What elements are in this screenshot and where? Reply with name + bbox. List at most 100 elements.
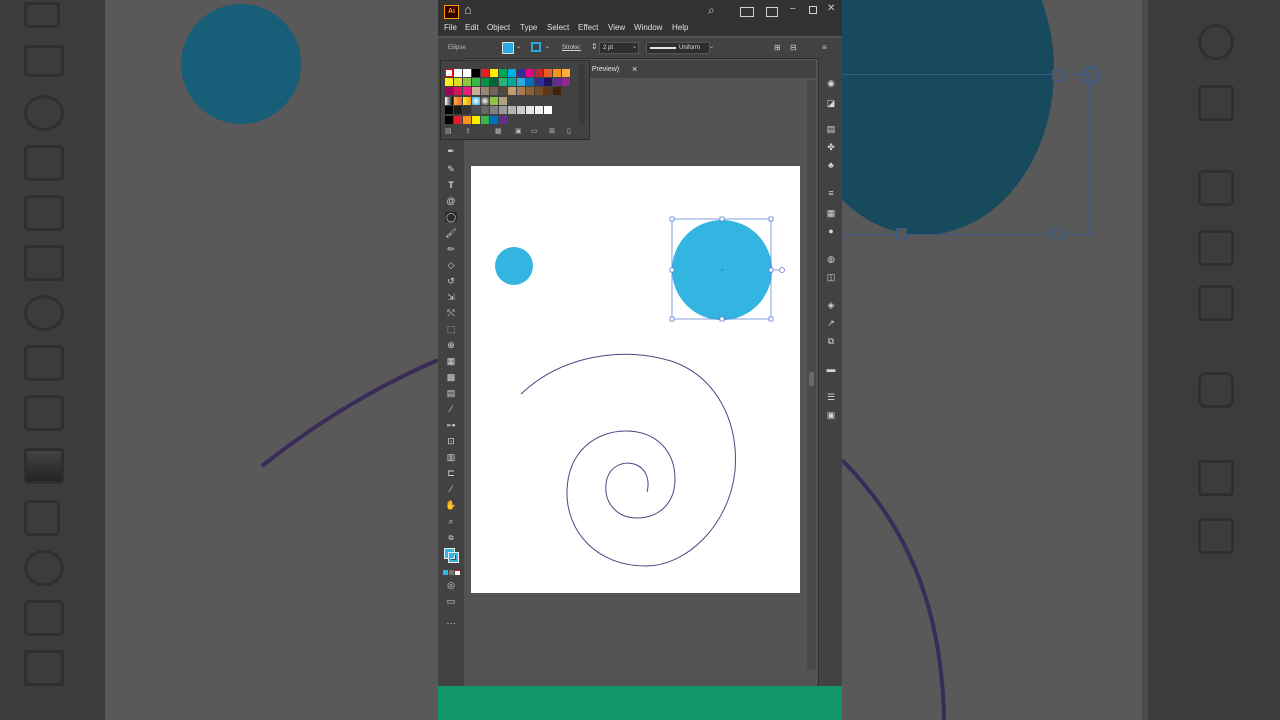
brushes-panel-icon[interactable]: ✤ [825,142,837,152]
blend-tool-icon[interactable]: ⊶ [445,420,457,430]
swatch-none[interactable] [445,69,453,77]
artboard[interactable] [471,166,800,593]
swatch[interactable] [463,87,471,95]
document-tab-label[interactable]: / Preview) [588,66,619,73]
swatch[interactable] [472,116,480,124]
swatches-scrollbar[interactable] [579,65,585,123]
comments-panel-icon[interactable]: ▬ [825,364,837,374]
swatch[interactable] [490,78,498,86]
swatch[interactable] [454,87,462,95]
swatch-gray[interactable] [454,106,462,114]
swatch[interactable] [490,116,498,124]
gradient-tool-icon[interactable]: ▤ [445,388,457,398]
properties-panel-icon[interactable]: ☰ [825,392,837,402]
pie-widget-handle[interactable] [779,267,785,273]
swatch-gray[interactable] [544,106,552,114]
appearance-panel-icon[interactable]: ◉ [825,78,837,88]
swatch-gray[interactable] [517,106,525,114]
small-circle[interactable] [495,247,533,285]
swatch-gray[interactable] [526,106,534,114]
width-tool-icon[interactable]: ⤲ [445,308,457,318]
vertical-scroll-thumb[interactable] [809,372,814,386]
graphic-styles-panel-icon[interactable]: ◪ [825,98,837,108]
stroke-color-box[interactable] [448,552,459,563]
swatch[interactable] [553,69,561,77]
stroke-dropdown-icon[interactable]: ⌄ [545,43,550,50]
swatch[interactable] [463,116,471,124]
new-swatch-icon[interactable]: ⊞ [549,127,555,135]
transform-icon[interactable]: ⊟ [790,43,797,52]
swatch-folder[interactable] [445,116,453,124]
libraries-panel-icon[interactable]: ▣ [825,410,837,420]
swatch[interactable] [445,87,453,95]
fill-swatch[interactable] [502,42,514,54]
swatch[interactable] [508,69,516,77]
scale-tool-icon[interactable]: ⇲ [445,292,457,302]
swatch[interactable] [445,78,453,86]
swatch[interactable] [481,116,489,124]
swatch[interactable] [517,87,525,95]
swatch[interactable] [472,87,480,95]
swatch-gray[interactable] [463,106,471,114]
symbols-panel-icon[interactable]: ♣ [825,160,837,170]
vertical-scrollbar[interactable] [807,80,816,670]
swatch-white[interactable] [463,69,471,77]
menu-object[interactable]: Object [487,23,510,32]
profile-dropdown-icon[interactable]: ⌄ [709,43,714,50]
swatch-gradient[interactable] [445,97,453,105]
transparency-panel-icon[interactable]: ● [825,226,837,236]
swatch-gradient[interactable] [454,97,462,105]
mesh-tool-icon[interactable]: ▩ [445,372,457,382]
stroke-stepper-icon[interactable]: ⇕ [591,42,598,51]
swatch-options-icon[interactable]: ▣ [515,127,522,135]
swatch[interactable] [463,78,471,86]
zoom-tool-icon[interactable]: ⌕ [445,516,457,526]
stroke-weight-dropdown-icon[interactable]: ⌄ [632,43,637,50]
close-icon[interactable]: ✕ [827,3,835,15]
gradient-panel-icon[interactable]: ▦ [825,208,837,218]
swatch-registration[interactable] [454,69,462,77]
stroke-panel-icon[interactable]: ≡ [825,188,837,198]
swatch[interactable] [526,69,534,77]
swatch[interactable] [499,78,507,86]
paintbrush-tool-icon[interactable]: 🖌 [445,228,457,238]
swatch[interactable] [490,69,498,77]
drawing-mode-icon[interactable]: ◎ [445,580,457,590]
search-icon[interactable]: ⌕ [708,4,715,16]
type-tool-icon[interactable]: T [445,180,457,190]
swatch[interactable] [499,69,507,77]
swatch-gradient[interactable] [472,97,480,105]
swatch-gray[interactable] [490,106,498,114]
swatch[interactable] [454,78,462,86]
artboard-tool-icon[interactable]: ⊏ [445,468,457,478]
swatch[interactable] [535,87,543,95]
swatch[interactable] [490,87,498,95]
pencil-tool-icon[interactable]: ✏ [445,244,457,254]
swatch-pattern[interactable] [499,97,507,105]
minimize-icon[interactable]: – [790,3,796,15]
swatch[interactable] [526,87,534,95]
eraser-tool-icon[interactable]: ◇ [445,260,457,270]
menu-edit[interactable]: Edit [465,23,479,32]
transform-panel-icon[interactable]: ▤ [825,124,837,134]
swatch[interactable] [472,78,480,86]
arrange-icon[interactable] [740,7,754,17]
swatch[interactable] [562,69,570,77]
swatch-black[interactable] [472,69,480,77]
color-mode-buttons[interactable] [443,570,460,575]
swatch[interactable] [535,78,543,86]
color-panel-icon[interactable]: ◍ [825,254,837,264]
menu-help[interactable]: Help [672,23,688,32]
swatch-libraries-icon[interactable]: ▤ [445,127,452,135]
swatch-gray[interactable] [472,106,480,114]
swatch[interactable] [499,116,507,124]
swatch[interactable] [544,78,552,86]
swatch[interactable] [481,78,489,86]
new-color-group-icon[interactable]: ▭ [531,127,538,135]
column-graph-tool-icon[interactable]: ▥ [445,452,457,462]
swatch-gray[interactable] [508,106,516,114]
stroke-swatch[interactable] [531,42,541,52]
eyedropper-tool-icon[interactable]: ⁄ [445,404,457,414]
swatch[interactable] [517,78,525,86]
ellipse-tool-icon[interactable]: ◯ [445,212,457,222]
